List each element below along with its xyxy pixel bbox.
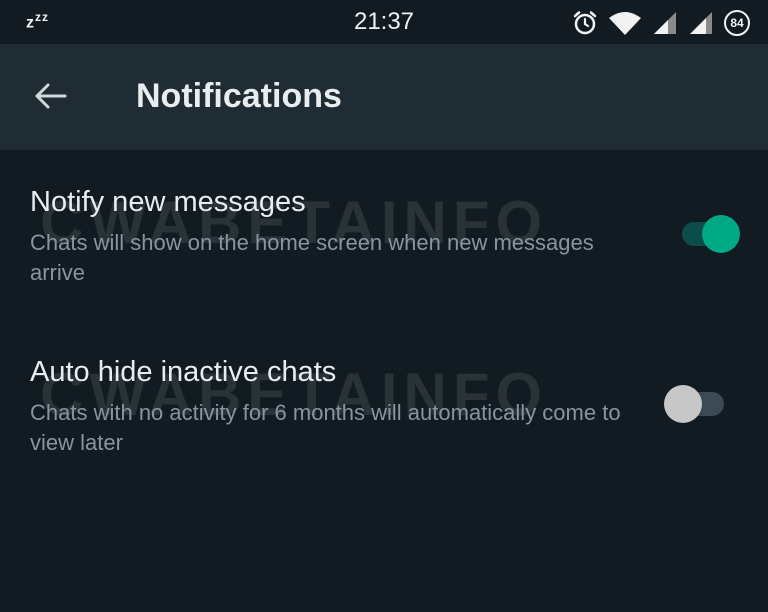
status-bar: zzz 21:37 84 — [0, 0, 768, 44]
signal-icon — [652, 10, 678, 36]
setting-description: Chats will show on the home screen when … — [30, 230, 594, 285]
setting-auto-hide-inactive-chats[interactable]: Auto hide inactive chats Chats with no a… — [0, 350, 768, 470]
status-icons: 84 — [572, 8, 750, 38]
app-bar: Notifications — [0, 44, 768, 150]
back-button[interactable] — [28, 76, 72, 120]
auto-hide-inactive-chats-toggle[interactable] — [664, 384, 724, 424]
setting-title: Notify new messages — [30, 186, 306, 218]
alarm-icon — [572, 10, 598, 36]
wifi-icon — [608, 10, 642, 36]
arrow-left-icon — [33, 82, 67, 115]
setting-title: Auto hide inactive chats — [30, 356, 337, 388]
notify-new-messages-toggle[interactable] — [680, 214, 740, 254]
signal-icon — [688, 10, 714, 36]
page-title: Notifications — [136, 77, 342, 115]
toggle-thumb — [664, 385, 702, 423]
battery-icon: 84 — [724, 10, 750, 36]
setting-notify-new-messages[interactable]: Notify new messages Chats will show on t… — [0, 180, 768, 300]
toggle-thumb — [702, 215, 740, 253]
notifications-screen: zzz 21:37 84 Notifications CWABETAINFO C… — [0, 0, 768, 612]
setting-description: Chats with no activity for 6 months will… — [30, 400, 621, 455]
